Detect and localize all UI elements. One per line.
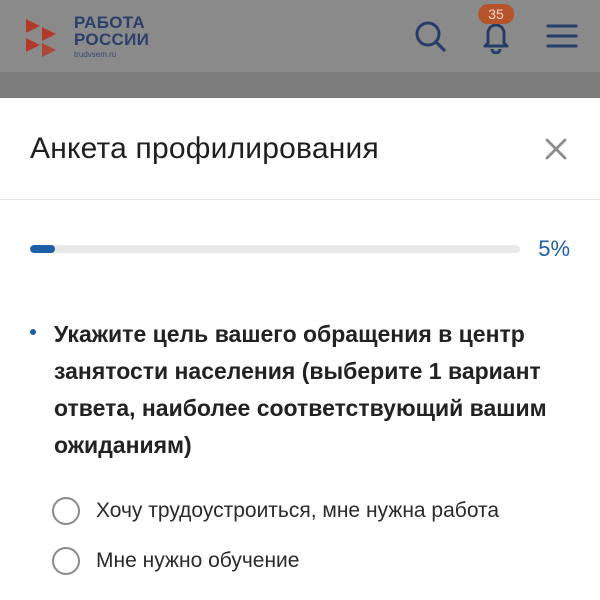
- app-header: РАБОТА РОССИИ trudvsem.ru 35: [0, 0, 600, 72]
- logo-line-2: РОССИИ: [74, 29, 150, 49]
- search-button[interactable]: [412, 18, 448, 54]
- option-training[interactable]: Мне нужно обучение: [52, 536, 580, 586]
- notifications-button[interactable]: 35: [478, 4, 514, 54]
- question-text: Укажите цель вашего обращения в центр за…: [54, 321, 547, 458]
- option-label: Хочу трудоустроиться, мне нужна работа: [96, 499, 500, 522]
- logo[interactable]: РАБОТА РОССИИ trudvsem.ru: [22, 13, 149, 59]
- profiling-modal: Анкета профилирования 5% Укажите цель ва…: [0, 98, 600, 600]
- progress-fill: [30, 245, 55, 253]
- answer-options: Хочу трудоустроиться, мне нужна работа М…: [52, 486, 580, 586]
- option-job[interactable]: Хочу трудоустроиться, мне нужна работа: [52, 486, 580, 536]
- notifications-badge: 35: [478, 4, 514, 24]
- progress-label: 5%: [538, 236, 570, 261]
- radio-button[interactable]: [52, 547, 80, 575]
- progress-bar: [30, 245, 520, 253]
- question: Укажите цель вашего обращения в центр за…: [30, 316, 576, 464]
- header-actions: 35: [412, 0, 580, 72]
- search-icon: [415, 21, 446, 52]
- menu-icon: [546, 24, 578, 48]
- modal-header: Анкета профилирования: [0, 98, 600, 200]
- menu-button[interactable]: [544, 18, 580, 54]
- logo-line-1: РАБОТА: [74, 12, 145, 32]
- option-label: Мне нужно обучение: [96, 549, 300, 572]
- close-icon: [545, 138, 567, 159]
- question-bullet: [30, 329, 36, 335]
- logo-text: РАБОТА РОССИИ trudvsem.ru: [74, 14, 149, 59]
- progress-row: 5%: [30, 236, 570, 262]
- radio-button[interactable]: [52, 497, 80, 525]
- close-button[interactable]: [542, 135, 570, 163]
- logo-domain: trudvsem.ru: [74, 49, 117, 59]
- logo-mark-icon: [26, 19, 56, 57]
- modal-title: Анкета профилирования: [30, 131, 379, 165]
